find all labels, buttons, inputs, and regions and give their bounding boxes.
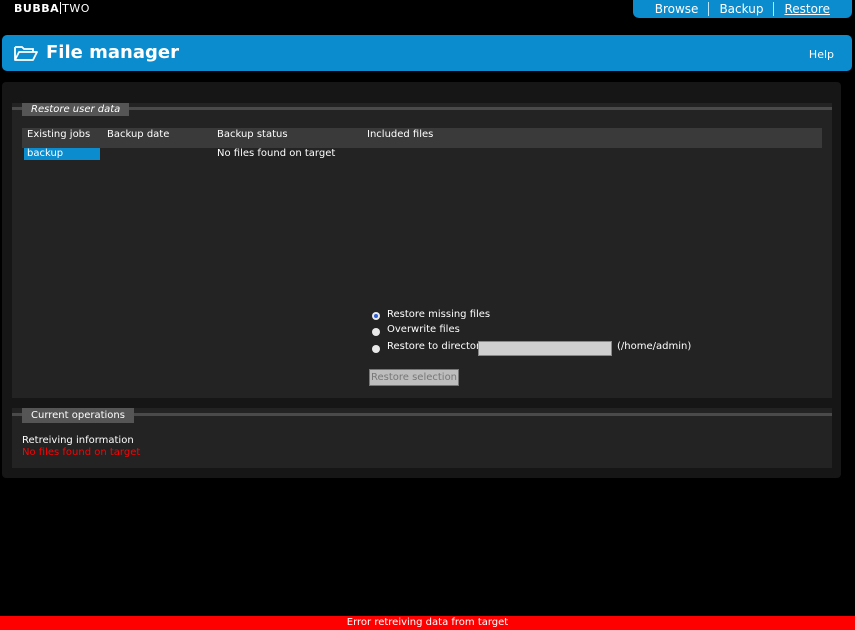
nav-backup[interactable]: Backup — [709, 2, 773, 16]
panel-divider — [12, 413, 832, 416]
radio-restore-missing[interactable] — [372, 312, 380, 320]
label-overwrite: Overwrite files — [387, 324, 460, 335]
folder-open-icon — [14, 46, 38, 61]
operation-error: No files found on target — [22, 447, 141, 458]
top-nav: Browse Backup Restore — [632, 0, 852, 18]
col-backup-status: Backup status — [217, 129, 288, 140]
col-backup-date: Backup date — [107, 129, 170, 140]
brand-logo: BUBBA TWO — [14, 2, 90, 15]
col-existing-jobs: Existing jobs — [27, 129, 91, 140]
label-restore-missing: Restore missing files — [387, 309, 491, 320]
help-link[interactable]: Help — [809, 48, 834, 61]
jobs-table-header: Existing jobs Backup date Backup status … — [22, 128, 822, 148]
error-bar: Error retreiving data from target — [0, 616, 855, 630]
operation-status: Retreiving information — [22, 435, 134, 446]
radio-overwrite[interactable] — [372, 328, 380, 336]
page-header: File manager Help — [2, 35, 852, 71]
brand-separator — [60, 2, 62, 14]
brand-light: TWO — [62, 2, 90, 15]
brand-bold: BUBBA — [14, 2, 60, 15]
page-title: File manager — [46, 42, 179, 63]
job-name[interactable]: backup — [24, 148, 100, 160]
radio-restore-directory[interactable] — [372, 345, 380, 353]
restore-selection-button[interactable]: Restore selection — [369, 369, 459, 386]
job-status: No files found on target — [217, 148, 336, 159]
directory-hint: (/home/admin) — [617, 341, 692, 352]
restore-legend: Restore user data — [22, 103, 130, 116]
panel-divider — [12, 107, 832, 110]
operations-legend: Current operations — [22, 408, 134, 423]
table-row[interactable]: backup No files found on target — [22, 148, 822, 161]
col-included-files: Included files — [367, 129, 434, 140]
nav-browse[interactable]: Browse — [645, 2, 709, 16]
nav-restore[interactable]: Restore — [774, 2, 840, 16]
operations-panel: Current operations — [12, 408, 832, 468]
directory-input[interactable] — [478, 341, 612, 356]
label-restore-directory: Restore to directory — [387, 341, 487, 352]
